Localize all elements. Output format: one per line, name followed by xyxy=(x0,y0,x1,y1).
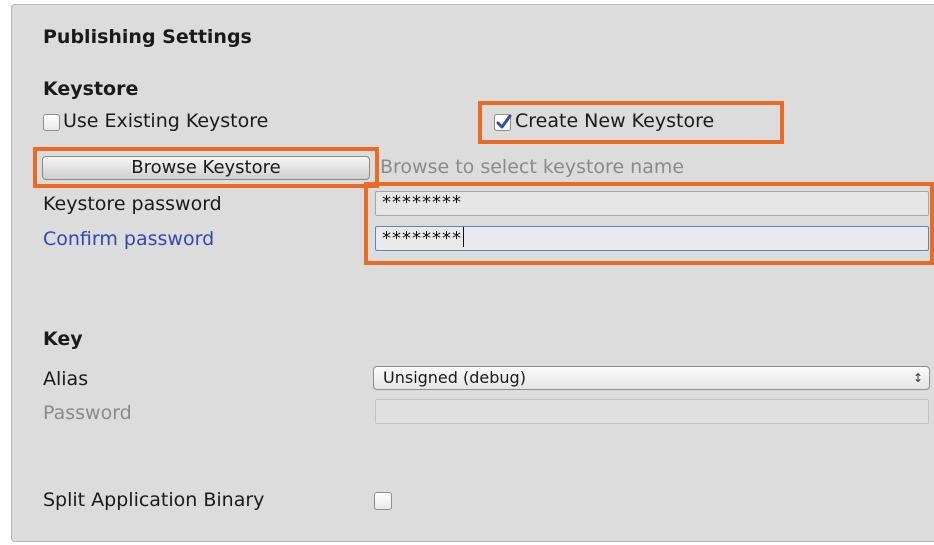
use-existing-keystore-label[interactable]: Use Existing Keystore xyxy=(63,110,268,132)
alias-dropdown[interactable]: Unsigned (debug) ↕ xyxy=(373,366,930,390)
split-application-binary-label: Split Application Binary xyxy=(43,489,265,511)
alias-selected-value: Unsigned (debug) xyxy=(383,368,526,387)
create-new-keystore-label[interactable]: Create New Keystore xyxy=(515,110,714,132)
confirm-password-label: Confirm password xyxy=(43,228,215,250)
browse-keystore-button[interactable]: Browse Keystore xyxy=(42,156,370,180)
updown-arrows-icon: ↕ xyxy=(912,371,923,385)
text-caret xyxy=(463,227,464,247)
key-password-label: Password xyxy=(43,402,132,424)
use-existing-keystore-checkbox[interactable] xyxy=(43,114,60,131)
publishing-settings-panel xyxy=(11,4,934,542)
keystore-password-field[interactable]: ******** xyxy=(375,191,929,216)
alias-label: Alias xyxy=(43,368,89,390)
create-new-keystore-checkbox[interactable] xyxy=(494,114,512,131)
key-section-title: Key xyxy=(43,328,83,350)
split-application-binary-checkbox[interactable] xyxy=(374,492,392,510)
key-password-field[interactable] xyxy=(375,399,929,424)
confirm-password-value: ******** xyxy=(382,228,462,249)
keystore-password-label: Keystore password xyxy=(43,193,222,215)
checkmark-icon xyxy=(496,114,512,129)
publishing-settings-title: Publishing Settings xyxy=(43,26,252,48)
confirm-password-field[interactable]: ******** xyxy=(375,226,929,251)
keystore-section-title: Keystore xyxy=(43,78,139,100)
browse-keystore-hint: Browse to select keystore name xyxy=(380,156,685,178)
